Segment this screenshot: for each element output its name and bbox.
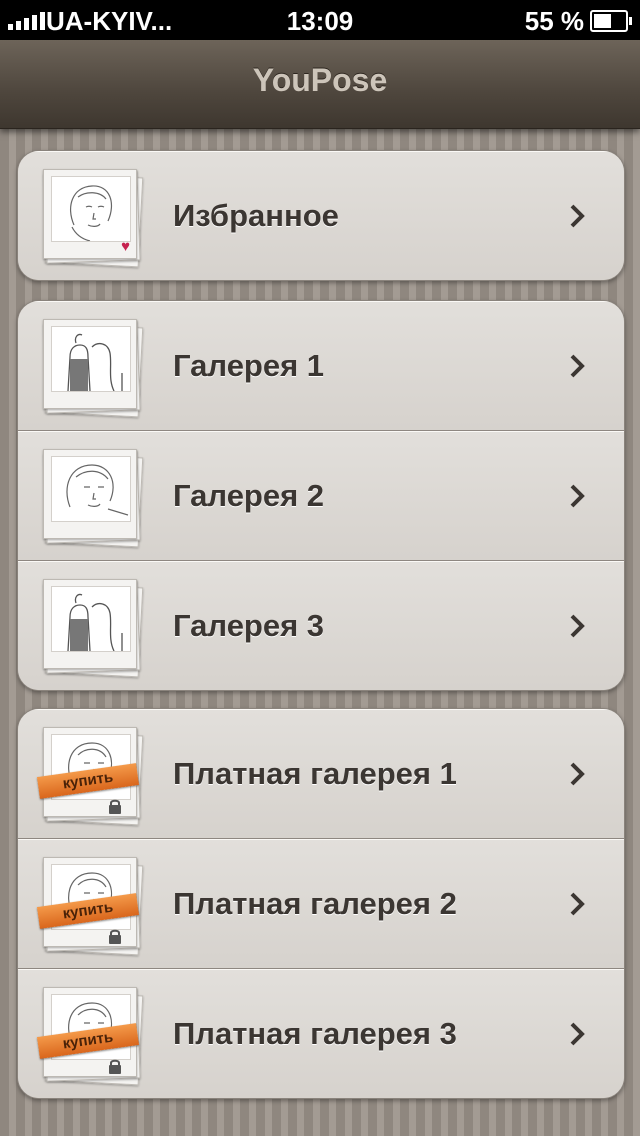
- list-item-label: Платная галерея 1: [173, 756, 457, 791]
- list-item-gallery-2[interactable]: Галерея 2: [18, 431, 624, 561]
- paid-gallery-thumbnail: купить: [36, 987, 144, 1086]
- favorites-thumbnail: ♥: [43, 169, 144, 268]
- favorites-group: ♥ Избранное: [17, 150, 625, 281]
- gallery-thumbnail: [43, 449, 144, 548]
- list-item-label: Галерея 1: [173, 348, 325, 383]
- chevron-right-icon: [570, 484, 585, 508]
- lock-icon: [109, 1059, 121, 1074]
- navigation-bar: YouPose: [0, 40, 640, 129]
- chevron-right-icon: [570, 1022, 585, 1046]
- lock-icon: [109, 929, 121, 944]
- list-item-gallery-1[interactable]: Галерея 1: [18, 301, 624, 431]
- gallery-thumbnail: [43, 319, 144, 418]
- list-item-gallery-3[interactable]: Галерея 3: [18, 561, 624, 690]
- list-item-label: Галерея 3: [173, 608, 325, 643]
- paid-gallery-thumbnail: купить: [36, 857, 144, 956]
- list-item-paid-gallery-1[interactable]: купить Платная галерея 1: [18, 709, 624, 839]
- chevron-right-icon: [570, 354, 585, 378]
- lock-icon: [109, 799, 121, 814]
- list-item-favorites[interactable]: ♥ Избранное: [18, 151, 624, 280]
- list-item-label: Избранное: [173, 198, 339, 233]
- gallery-thumbnail: [43, 579, 144, 678]
- chevron-right-icon: [570, 204, 585, 228]
- paid-gallery-thumbnail: купить: [36, 727, 144, 826]
- list-item-label: Платная галерея 3: [173, 1016, 457, 1051]
- list-item-paid-gallery-2[interactable]: купить Платная галерея 2: [18, 839, 624, 969]
- list-item-paid-gallery-3[interactable]: купить Платная галерея 3: [18, 969, 624, 1098]
- chevron-right-icon: [570, 892, 585, 916]
- battery-icon: [590, 10, 632, 32]
- paid-galleries-group: купить Платная галерея 1 купить Платная …: [17, 708, 625, 1099]
- battery-percentage: 55 %: [524, 6, 584, 36]
- free-galleries-group: Галерея 1 Галерея 2 Галерея 3: [17, 300, 625, 691]
- chevron-right-icon: [570, 614, 585, 638]
- status-bar: UA-KYIV... 13:09 55 %: [0, 0, 640, 40]
- list-item-label: Галерея 2: [173, 478, 325, 513]
- list-item-label: Платная галерея 2: [173, 886, 457, 921]
- app-title: YouPose: [252, 62, 388, 98]
- heart-icon: ♥: [121, 238, 130, 255]
- chevron-right-icon: [570, 762, 585, 786]
